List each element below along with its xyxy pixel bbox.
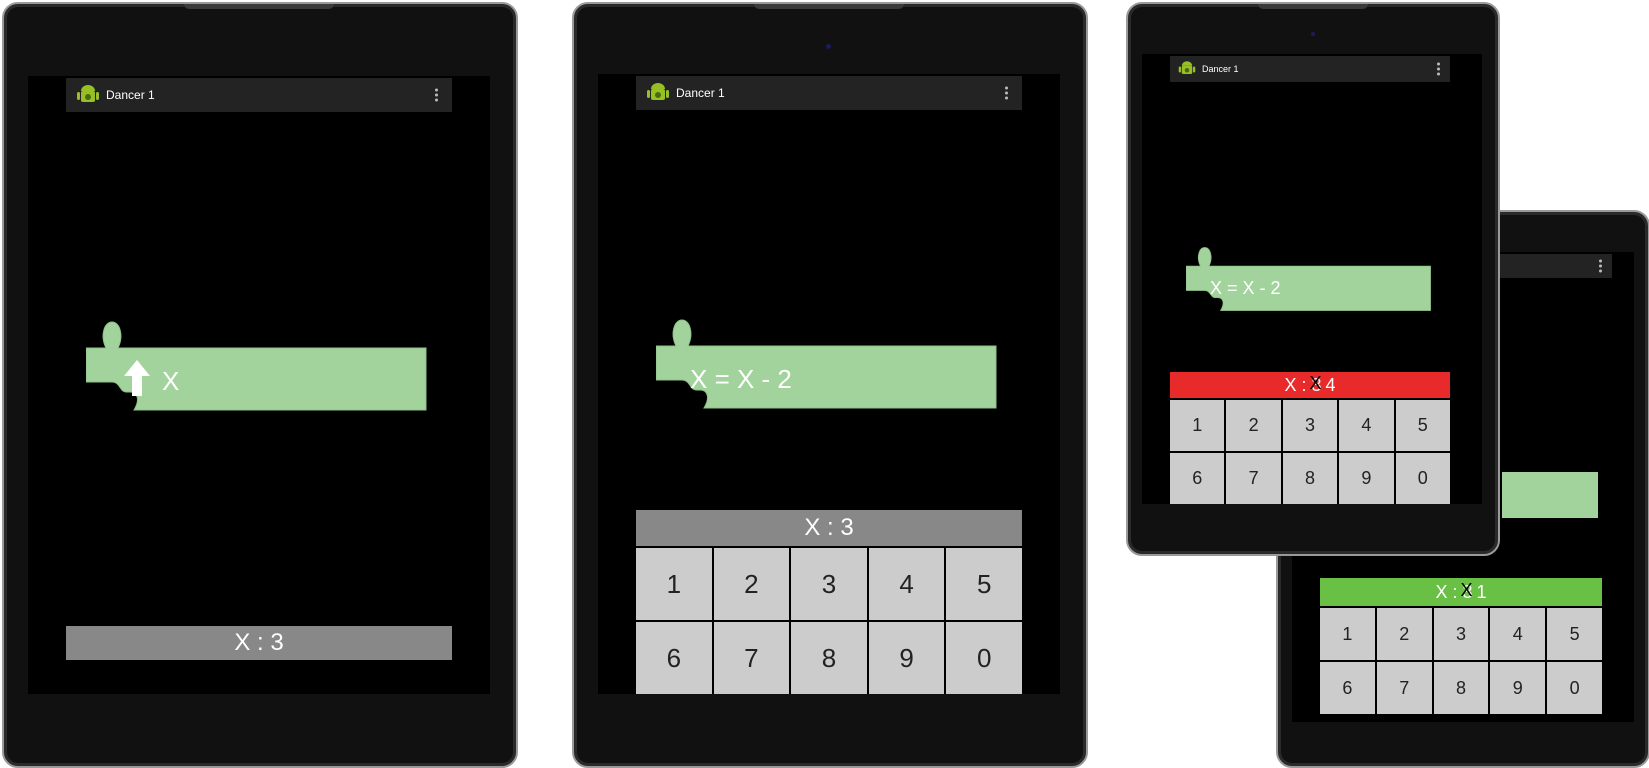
- app-title: Dancer 1: [1202, 64, 1239, 74]
- key-3[interactable]: 3: [1433, 608, 1489, 660]
- key-6[interactable]: 6: [1320, 662, 1375, 714]
- android-app-icon[interactable]: [646, 80, 670, 107]
- key-1[interactable]: 1: [1320, 608, 1375, 660]
- key-8[interactable]: 8: [791, 622, 867, 694]
- tablet-2-screen: Dancer 1 X = X - 2 X : 3 1 2 3 4 5 6 7 8…: [598, 74, 1060, 694]
- block-label: X: [162, 366, 180, 396]
- tablet-3: Dancer 1 X = X - 2 X : 3X 4 1 2 3 4 5 6 …: [1126, 2, 1500, 556]
- overflow-menu-icon[interactable]: [1005, 86, 1008, 100]
- code-block[interactable]: [1502, 472, 1598, 518]
- key-7[interactable]: 7: [713, 622, 790, 694]
- up-arrow-icon: [122, 358, 152, 402]
- key-1[interactable]: 1: [1170, 400, 1225, 451]
- key-0[interactable]: 0: [946, 622, 1022, 694]
- strike-mark: X: [1309, 372, 1322, 393]
- old-value: 3X: [1460, 579, 1473, 602]
- old-value: 3X: [1309, 372, 1322, 395]
- block-label: X = X - 2: [690, 364, 792, 394]
- key-6[interactable]: 6: [1170, 453, 1225, 504]
- key-9[interactable]: 9: [868, 622, 945, 694]
- tablet-2: Dancer 1 X = X - 2 X : 3 1 2 3 4 5 6 7 8…: [572, 2, 1088, 768]
- key-2[interactable]: 2: [713, 548, 790, 620]
- overflow-menu-icon[interactable]: [1599, 259, 1602, 273]
- code-block[interactable]: X = X - 2: [655, 318, 998, 410]
- android-app-icon[interactable]: [76, 82, 100, 109]
- variable-bar: X : 3: [636, 510, 1022, 546]
- code-block[interactable]: X = X - 2: [1185, 246, 1432, 312]
- number-keypad: 1 2 3 4 5 6 7 8 9 0: [1170, 400, 1450, 504]
- tablet-3-screen: Dancer 1 X = X - 2 X : 3X 4 1 2 3 4 5 6 …: [1142, 54, 1482, 504]
- tablet-1: Dancer 1 X X : 3: [2, 2, 518, 768]
- app-title: Dancer 1: [106, 88, 155, 102]
- key-9[interactable]: 9: [1339, 453, 1394, 504]
- key-4[interactable]: 4: [1339, 400, 1394, 451]
- key-5[interactable]: 5: [1547, 608, 1602, 660]
- key-3[interactable]: 3: [791, 548, 867, 620]
- action-bar: Dancer 1: [66, 78, 452, 112]
- variable-bar: X : 3X 1: [1320, 578, 1602, 606]
- overflow-menu-icon[interactable]: [435, 88, 438, 102]
- action-bar: Dancer 1: [1170, 56, 1450, 82]
- variable-label: X : 3: [234, 629, 284, 656]
- variable-bar: X : 3: [66, 626, 452, 660]
- overflow-menu-icon[interactable]: [1437, 62, 1440, 76]
- block-label: X = X - 2: [1210, 278, 1281, 298]
- new-value: 1: [1476, 581, 1487, 602]
- key-4[interactable]: 4: [1490, 608, 1546, 660]
- key-7[interactable]: 7: [1226, 453, 1281, 504]
- key-3[interactable]: 3: [1282, 400, 1338, 451]
- key-0[interactable]: 0: [1547, 662, 1602, 714]
- key-0[interactable]: 0: [1395, 453, 1450, 504]
- key-1[interactable]: 1: [636, 548, 712, 620]
- number-keypad: 1 2 3 4 5 6 7 8 9 0: [1320, 608, 1602, 714]
- code-block[interactable]: X: [85, 320, 428, 412]
- key-2[interactable]: 2: [1226, 400, 1281, 451]
- app-title: Dancer 1: [676, 86, 725, 100]
- key-8[interactable]: 8: [1433, 662, 1489, 714]
- key-2[interactable]: 2: [1376, 608, 1432, 660]
- key-7[interactable]: 7: [1376, 662, 1432, 714]
- key-8[interactable]: 8: [1282, 453, 1338, 504]
- key-5[interactable]: 5: [1395, 400, 1450, 451]
- variable-bar: X : 3X 4: [1170, 372, 1450, 398]
- number-keypad: 1 2 3 4 5 6 7 8 9 0: [636, 548, 1022, 694]
- tablet-1-screen: Dancer 1 X X : 3: [28, 76, 490, 694]
- action-bar: Dancer 1: [636, 76, 1022, 110]
- variable-prefix: X :: [1435, 581, 1463, 602]
- key-5[interactable]: 5: [946, 548, 1022, 620]
- strike-mark: X: [1460, 579, 1473, 600]
- key-9[interactable]: 9: [1490, 662, 1546, 714]
- variable-label: X : 3: [804, 514, 854, 541]
- android-app-icon[interactable]: [1178, 59, 1196, 79]
- key-4[interactable]: 4: [868, 548, 945, 620]
- new-value: 4: [1325, 374, 1336, 395]
- key-6[interactable]: 6: [636, 622, 712, 694]
- variable-prefix: X :: [1284, 374, 1312, 395]
